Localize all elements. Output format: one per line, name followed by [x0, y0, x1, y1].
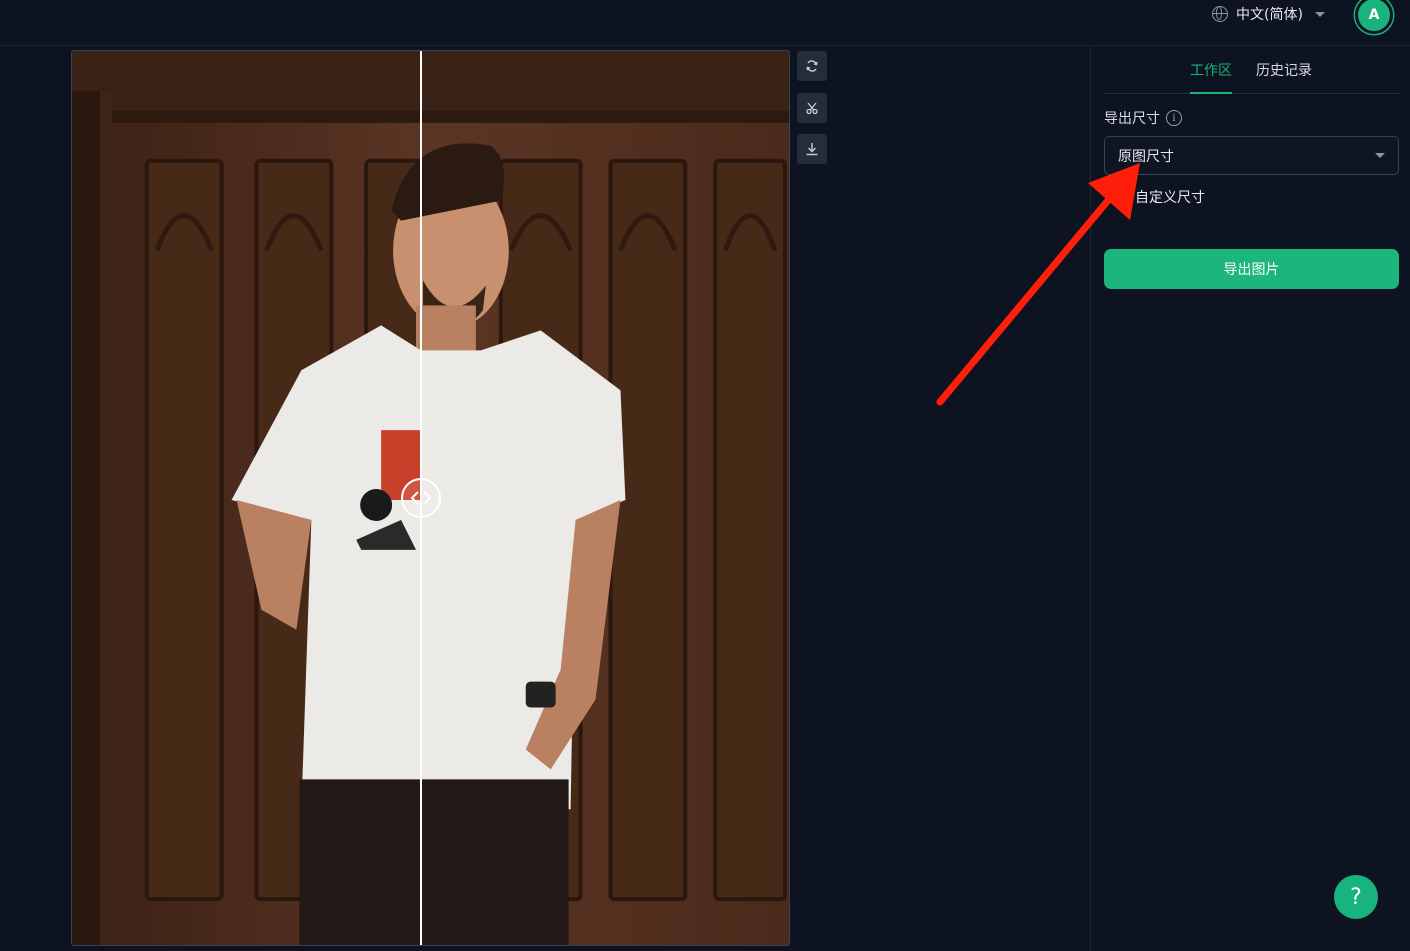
compare-slider-handle[interactable] — [401, 478, 441, 518]
language-label: 中文(简体) — [1236, 7, 1303, 23]
left-right-arrows-icon — [410, 491, 432, 505]
top-bar: 中文(简体) A — [0, 0, 1410, 46]
image-compare-canvas[interactable] — [71, 50, 790, 946]
help-button[interactable]: ? — [1334, 875, 1378, 919]
crop-button[interactable] — [797, 93, 827, 123]
info-icon[interactable]: i — [1166, 110, 1182, 126]
globe-icon — [1212, 6, 1228, 22]
tab-workspace[interactable]: 工作区 — [1190, 60, 1232, 94]
chevron-down-icon — [1314, 11, 1325, 17]
custom-size-option[interactable]: 自定义尺寸 — [1135, 187, 1205, 207]
tab-history[interactable]: 历史记录 — [1256, 60, 1312, 94]
export-size-label-row: 导出尺寸 i — [1104, 108, 1182, 128]
settings-panel: 工作区 历史记录 导出尺寸 i 原图尺寸 自定义尺寸 导出图片 — [1090, 46, 1410, 951]
chevron-down-icon — [1375, 153, 1385, 158]
avatar[interactable]: A — [1355, 0, 1393, 34]
language-selector[interactable]: 中文(简体) — [1212, 3, 1325, 25]
download-icon — [806, 143, 818, 156]
size-select-value: 原图尺寸 — [1118, 148, 1174, 165]
export-size-label: 导出尺寸 — [1104, 111, 1160, 127]
export-image-button[interactable]: 导出图片 — [1104, 249, 1399, 289]
size-select[interactable]: 原图尺寸 — [1104, 136, 1399, 175]
panel-tabs: 工作区 历史记录 — [1104, 46, 1399, 94]
rotate-icon — [806, 60, 818, 72]
download-button[interactable] — [797, 134, 827, 164]
rotate-button[interactable] — [797, 51, 827, 81]
scissors-icon — [806, 102, 818, 115]
